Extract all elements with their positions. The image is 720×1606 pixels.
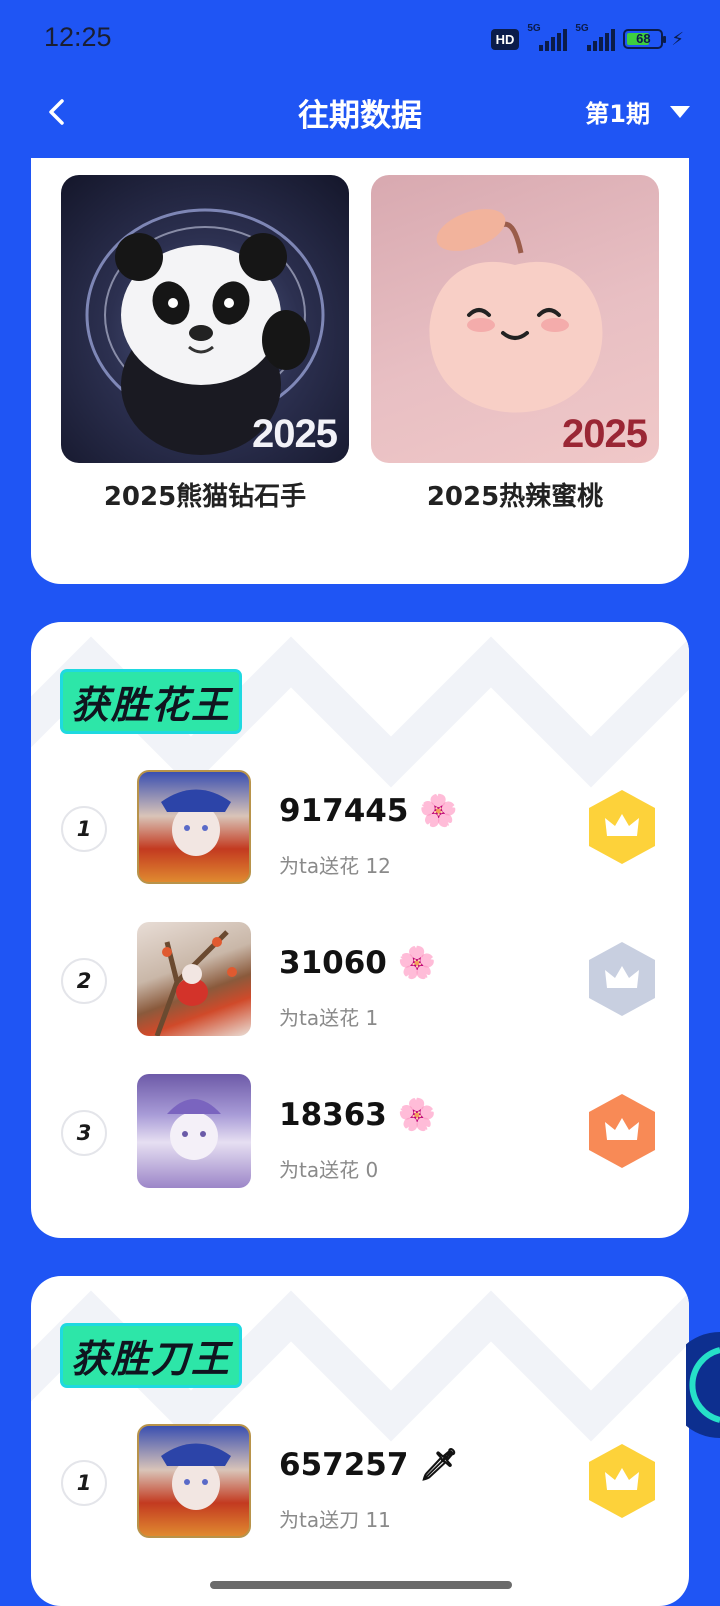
leaderboard-row[interactable]: 3 18363 🌸 为ta送花 0 [31,1074,689,1190]
leaderboard-row[interactable]: 2 31060 🌸 为ta送花 1 [31,922,689,1038]
gift-count: 为ta送花 0 [279,1158,379,1182]
knife-icon: 🗡 [419,1447,459,1483]
home-indicator[interactable] [210,1581,512,1589]
leaderboard-row[interactable]: 1 917445 🌸 为ta送花 12 [31,770,689,886]
floating-side-button[interactable] [686,1330,720,1440]
tile-year: 2025 [562,412,648,456]
avatar[interactable] [137,1074,251,1188]
score-value: 31060 [279,945,387,981]
collectible-name: 2025热辣蜜桃 [426,482,604,512]
rank-number: 1 [61,806,107,852]
leaderboard-row[interactable]: 1 657257 🗡 为ta送刀 11 [31,1424,689,1540]
flower-icon: 🌸 [397,945,437,981]
status-time: 12:25 [44,22,112,52]
knife-leaderboard-card: 获胜刀王 1 657257 🗡 为ta送刀 11 [31,1276,689,1606]
status-icons: HD 5G 5G 68 ⚡ [490,23,684,54]
panda-collectible-image[interactable]: 2025 [61,175,349,463]
avatar[interactable] [137,922,251,1036]
battery-icon: 68 [623,29,667,49]
flower-icon: 🌸 [419,793,458,829]
gold-crown-icon [589,1444,655,1518]
section-badge: 获胜刀王 [63,1326,240,1385]
rank-number: 1 [61,1460,107,1506]
chevron-down-icon [670,105,690,118]
nav-bar: 往期数据 第1期 [0,78,720,148]
rank-number: 3 [61,1110,107,1156]
avatar[interactable] [137,1424,251,1538]
gift-count: 为ta送花 12 [279,854,391,878]
score-value: 657257 [279,1447,409,1483]
flower-icon: 🌸 [397,1097,437,1133]
section-badge: 获胜花王 [63,672,240,731]
silver-crown-icon [589,942,655,1016]
signal-icon: 5G [575,23,616,51]
rank-number: 2 [61,958,107,1004]
period-label: 第1期 [585,100,650,128]
gift-count: 为ta送刀 11 [279,1508,391,1532]
score-value: 18363 [279,1097,387,1133]
period-dropdown[interactable]: 第1期 [585,94,690,129]
gift-count: 为ta送花 1 [279,1006,379,1030]
peach-collectible-image[interactable]: 2025 [371,175,659,463]
flower-leaderboard-card: 获胜花王 1 917445 🌸 为ta送花 12 2 31060 🌸 为ta送花… [31,622,689,1238]
collection-card: 2025 2025熊猫钻石手 2025 2025热辣蜜桃 [31,158,689,584]
score-value: 917445 [279,793,409,829]
avatar[interactable] [137,770,251,884]
charging-icon: ⚡ [671,28,684,50]
tile-year: 2025 [252,412,338,456]
status-bar: 12:25 HD 5G 5G 68 ⚡ [0,0,720,78]
signal-icon: 5G [527,23,568,51]
gold-crown-icon [589,790,655,864]
hd-icon: HD [490,28,520,50]
collectible-name: 2025熊猫钻石手 [103,482,307,512]
bronze-crown-icon [589,1094,655,1168]
